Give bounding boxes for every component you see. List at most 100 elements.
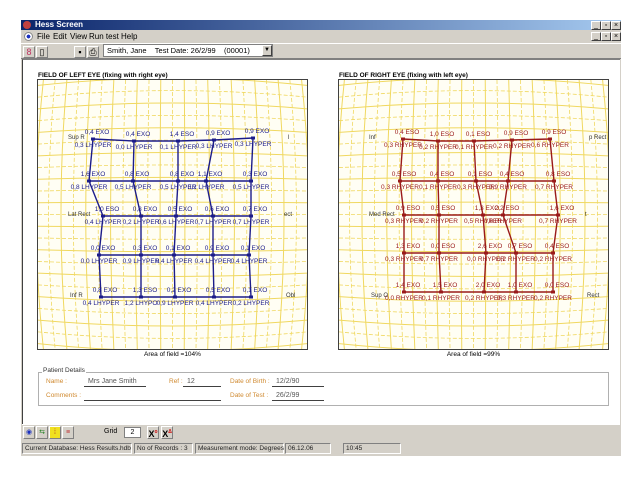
patient-icon[interactable]: 8: [23, 46, 35, 58]
app-icon: [23, 21, 31, 29]
horizontal-deviation-label: 0,9 ESO: [503, 130, 529, 137]
horizontal-deviation-label: 0,6 EXO: [204, 206, 230, 213]
data-point[interactable]: [402, 290, 406, 294]
close-button[interactable]: ×: [611, 21, 621, 30]
print-icon[interactable]: ⎙: [87, 46, 99, 58]
left-chart-title: FIELD OF LEFT EYE (fixing with right eye…: [38, 72, 168, 79]
data-point[interactable]: [139, 253, 143, 257]
data-point[interactable]: [176, 179, 180, 183]
menu-run-test[interactable]: Run test: [89, 31, 119, 42]
arrows-icon[interactable]: ⇆: [36, 426, 48, 439]
data-point[interactable]: [472, 139, 476, 143]
data-point[interactable]: [436, 139, 440, 143]
data-point[interactable]: [437, 213, 441, 217]
data-point[interactable]: [506, 179, 510, 183]
data-point[interactable]: [97, 253, 101, 257]
data-point[interactable]: [87, 179, 91, 183]
data-point[interactable]: [514, 290, 518, 294]
chevron-down-icon[interactable]: ▼: [262, 45, 272, 56]
data-point[interactable]: [204, 179, 208, 183]
horizontal-deviation-label: 0,5 EXO: [167, 206, 193, 213]
muscle-label: Inf R: [70, 293, 83, 299]
data-point[interactable]: [484, 251, 488, 255]
data-point[interactable]: [401, 137, 405, 141]
menu-file[interactable]: File: [37, 31, 50, 42]
data-point[interactable]: [481, 213, 485, 217]
row-connector: [473, 139, 513, 142]
data-point[interactable]: [249, 179, 253, 183]
grid-input[interactable]: 2: [124, 427, 141, 438]
record-select[interactable]: Smith, Jane Test Date: 26/2/99 (00001): [103, 44, 273, 57]
data-point[interactable]: [211, 253, 215, 257]
horizontal-deviation-label: 0,0 EXO: [90, 245, 116, 252]
mdi-close-button[interactable]: ×: [611, 32, 621, 41]
target-icon[interactable]: ◉: [23, 426, 35, 439]
horizontal-deviation-label: 0,3 EXO: [242, 171, 268, 178]
data-point[interactable]: [548, 137, 552, 141]
ref-field[interactable]: 12: [183, 377, 221, 387]
horizontal-deviation-label: 0,7 EXO: [242, 206, 268, 213]
clear-degrees-icon[interactable]: Xo: [147, 426, 159, 439]
vertical-deviation-label: 0,4 LHYPER: [84, 219, 122, 226]
data-point[interactable]: [174, 214, 178, 218]
comments-field[interactable]: [84, 391, 221, 401]
menu-edit[interactable]: Edit: [53, 31, 67, 42]
horizontal-deviation-label: 0,4 ESO: [394, 129, 420, 136]
save-icon[interactable]: ▪: [74, 46, 86, 58]
name-field[interactable]: Mrs Jane Smith: [84, 377, 146, 387]
restore-button[interactable]: ▫: [601, 21, 611, 30]
mdi-minimize-button[interactable]: _: [591, 32, 601, 41]
horizontal-deviation-label: 1,1 EXO: [197, 171, 223, 178]
data-point[interactable]: [173, 295, 177, 299]
data-point[interactable]: [402, 213, 406, 217]
data-point[interactable]: [551, 251, 555, 255]
data-point[interactable]: [99, 295, 103, 299]
data-point[interactable]: [482, 290, 486, 294]
horizontal-deviation-label: 0,2 EXO: [166, 287, 192, 294]
menu-help[interactable]: Help: [121, 31, 137, 42]
data-point[interactable]: [514, 251, 518, 255]
mdi-restore-button[interactable]: ▫: [601, 32, 611, 41]
data-point[interactable]: [132, 139, 136, 143]
data-point[interactable]: [556, 213, 560, 217]
right-eye-chart[interactable]: 0,4 ESO 0,3 RHYPER 1,0 ESO 0,2 RHYPER 0,1 ES…: [338, 79, 609, 350]
vertical-deviation-label: 0,1 RHYPER: [455, 144, 493, 151]
horizontal-deviation-label: 1,6 EXO: [80, 171, 106, 178]
date-of-test-field[interactable]: 26/2/99: [272, 391, 324, 401]
data-point[interactable]: [439, 290, 443, 294]
minimize-button[interactable]: _: [591, 21, 601, 30]
data-point[interactable]: [501, 213, 505, 217]
data-point[interactable]: [172, 253, 176, 257]
data-point[interactable]: [176, 139, 180, 143]
data-point[interactable]: [249, 214, 253, 218]
data-point[interactable]: [91, 137, 95, 141]
clipboard-icon[interactable]: ▯: [36, 46, 48, 58]
data-point[interactable]: [552, 179, 556, 183]
data-point[interactable]: [402, 251, 406, 255]
data-point[interactable]: [247, 253, 251, 257]
right-area-of-field: Area of field =99%: [446, 351, 501, 358]
data-point[interactable]: [212, 295, 216, 299]
data-point[interactable]: [437, 251, 441, 255]
data-point[interactable]: [551, 290, 555, 294]
clear-delta-icon[interactable]: XΔ: [161, 426, 173, 439]
grid-points-icon[interactable]: ⁞: [49, 426, 61, 439]
data-point[interactable]: [131, 179, 135, 183]
data-point[interactable]: [436, 179, 440, 183]
data-point[interactable]: [249, 295, 253, 299]
menu-view[interactable]: View: [70, 31, 87, 42]
vertical-deviation-label: 0,3 RHYPER: [385, 218, 423, 225]
left-eye-chart[interactable]: 0,4 EXO 0,3 LHYPER 0,4 EXO 0,0 LHYPER 1,4 ES…: [37, 79, 308, 350]
data-point[interactable]: [510, 138, 514, 142]
data-point[interactable]: [474, 179, 478, 183]
data-point[interactable]: [101, 214, 105, 218]
list-icon[interactable]: ≡: [62, 426, 74, 439]
data-point[interactable]: [211, 214, 215, 218]
data-point[interactable]: [212, 138, 216, 142]
data-point[interactable]: [139, 295, 143, 299]
document-icon[interactable]: [24, 32, 33, 41]
data-point[interactable]: [398, 179, 402, 183]
data-point[interactable]: [251, 136, 255, 140]
data-point[interactable]: [139, 214, 143, 218]
dob-field[interactable]: 12/2/90: [272, 377, 324, 387]
